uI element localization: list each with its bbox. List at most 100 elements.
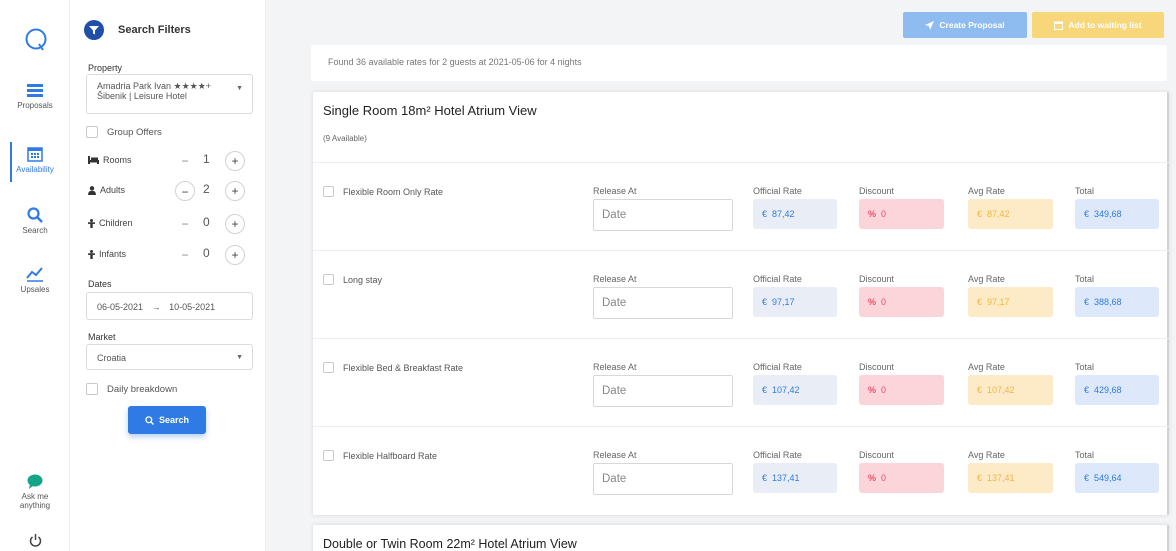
- infants-decrement[interactable]: −: [175, 245, 195, 265]
- group-offers-checkbox[interactable]: Group Offers: [86, 126, 162, 138]
- search-filters-panel: Search Filters Property Amadria Park Iva…: [70, 0, 266, 551]
- nav-proposals[interactable]: Proposals: [0, 84, 70, 110]
- nav-logout[interactable]: [0, 534, 70, 550]
- search-button[interactable]: Search: [128, 406, 206, 434]
- rate-checkbox[interactable]: Flexible Halfboard Rate: [323, 450, 437, 461]
- infants-label-wrap: Infants: [88, 249, 126, 259]
- checkbox-box[interactable]: [86, 383, 98, 395]
- official-amount: 87,42: [772, 209, 795, 219]
- total-label: Total: [1075, 274, 1095, 284]
- rate-name: Long stay: [343, 274, 383, 285]
- total-amount: 549,64: [1094, 473, 1122, 483]
- avg-rate-value: € 107,42: [968, 375, 1053, 405]
- discount-amount: 0: [881, 473, 887, 483]
- date-to: 10-05-2021: [169, 302, 216, 312]
- infants-increment[interactable]: +: [225, 245, 245, 265]
- ask-label-1: Ask me: [21, 492, 49, 501]
- discount-value[interactable]: % 0: [859, 287, 944, 317]
- avg-amount: 97,17: [987, 297, 1010, 307]
- release-at-label: Release At: [593, 450, 637, 460]
- infants-stepper: Infants − 0 +: [88, 244, 254, 266]
- avg-rate-value: € 97,17: [968, 287, 1053, 317]
- avg-rate-label: Avg Rate: [968, 274, 1005, 284]
- send-icon: [925, 20, 935, 30]
- release-date-input[interactable]: Date: [593, 463, 733, 495]
- date-placeholder: Date: [602, 209, 627, 221]
- nav-ask-me[interactable]: Ask me anything: [0, 474, 70, 510]
- discount-label: Discount: [859, 274, 895, 284]
- property-select[interactable]: Amadria Park Ivan ★★★★+ Šibenik | Leisur…: [86, 74, 253, 114]
- checkbox-box[interactable]: [86, 126, 98, 138]
- date-placeholder: Date: [602, 473, 627, 485]
- adults-increment[interactable]: +: [225, 181, 245, 201]
- create-proposal-button[interactable]: Create Proposal: [903, 12, 1027, 38]
- total-value: € 549,64: [1075, 463, 1159, 493]
- property-location: Šibenik | Leisure Hotel: [97, 91, 187, 101]
- property-label: Property: [88, 63, 123, 73]
- nav-availability[interactable]: Availability: [0, 142, 70, 182]
- release-date-input[interactable]: Date: [593, 375, 733, 407]
- infants-label: Infants: [99, 249, 127, 259]
- discount-value[interactable]: % 0: [859, 375, 944, 405]
- room-card-2: Double or Twin Room 22m² Hotel Atrium Vi…: [313, 525, 1169, 551]
- nav-upsales[interactable]: Upsales: [0, 266, 70, 294]
- rate-name: Flexible Bed & Breakfast Rate: [343, 362, 464, 373]
- release-date-input[interactable]: Date: [593, 199, 733, 231]
- checkbox-box[interactable]: [323, 186, 334, 197]
- release-at-label: Release At: [593, 362, 637, 372]
- children-decrement[interactable]: −: [175, 214, 195, 234]
- total-amount: 429,68: [1094, 385, 1122, 395]
- release-date-input[interactable]: Date: [593, 287, 733, 319]
- avg-rate-label: Avg Rate: [968, 450, 1005, 460]
- official-rate-value: € 137,41: [753, 463, 837, 493]
- checkbox-box[interactable]: [323, 362, 334, 373]
- date-placeholder: Date: [602, 385, 627, 397]
- nav-search[interactable]: Search: [0, 207, 70, 235]
- rate-row: Flexible Room Only Rate Release At Offic…: [313, 162, 1169, 250]
- rooms-decrement[interactable]: −: [175, 151, 195, 171]
- rate-checkbox[interactable]: Flexible Bed & Breakfast Rate: [323, 362, 463, 373]
- children-stepper: Children − 0 +: [88, 213, 254, 235]
- discount-value[interactable]: % 0: [859, 463, 944, 493]
- rate-checkbox[interactable]: Long stay: [323, 274, 382, 285]
- discount-label: Discount: [859, 186, 895, 196]
- filters-header: Search Filters: [84, 20, 191, 40]
- official-rate-value: € 87,42: [753, 199, 837, 229]
- user-icon: [88, 185, 96, 195]
- children-label-wrap: Children: [88, 218, 133, 228]
- rate-checkbox[interactable]: Flexible Room Only Rate: [323, 186, 443, 197]
- official-rate-label: Official Rate: [753, 274, 802, 284]
- children-increment[interactable]: +: [225, 214, 245, 234]
- total-amount: 388,68: [1094, 297, 1122, 307]
- discount-value[interactable]: % 0: [859, 199, 944, 229]
- add-to-waiting-list-button[interactable]: Add to waiting list: [1032, 12, 1164, 38]
- discount-label: Discount: [859, 450, 895, 460]
- total-amount: 349,68: [1094, 209, 1122, 219]
- date-range-input[interactable]: 06-05-2021 → 10-05-2021: [86, 292, 253, 320]
- logo-icon[interactable]: [24, 28, 48, 52]
- child-icon: [88, 218, 95, 228]
- euro-icon: €: [1084, 385, 1090, 395]
- market-label: Market: [88, 332, 116, 342]
- power-icon: [29, 534, 41, 547]
- euro-icon: €: [762, 473, 768, 483]
- adults-decrement[interactable]: −: [175, 181, 195, 201]
- market-select[interactable]: Croatia ▼: [86, 344, 253, 370]
- official-amount: 107,42: [772, 385, 800, 395]
- official-rate-label: Official Rate: [753, 362, 802, 372]
- date-from: 06-05-2021: [97, 302, 144, 312]
- chart-icon: [26, 267, 43, 282]
- checkbox-box[interactable]: [323, 450, 334, 461]
- baby-icon: [88, 249, 95, 259]
- euro-icon: €: [762, 385, 768, 395]
- total-label: Total: [1075, 186, 1095, 196]
- chevron-down-icon: ▼: [236, 354, 243, 361]
- daily-breakdown-checkbox[interactable]: Daily breakdown: [86, 383, 177, 395]
- ask-label-2: anything: [19, 501, 51, 510]
- checkbox-box[interactable]: [323, 274, 334, 285]
- proposals-icon: [27, 84, 43, 97]
- rooms-increment[interactable]: +: [225, 151, 245, 171]
- adults-stepper: Adults − 2 +: [88, 180, 254, 202]
- rate-name: Flexible Halfboard Rate: [343, 450, 438, 461]
- room-card: Single Room 18m² Hotel Atrium View (9 Av…: [313, 92, 1169, 515]
